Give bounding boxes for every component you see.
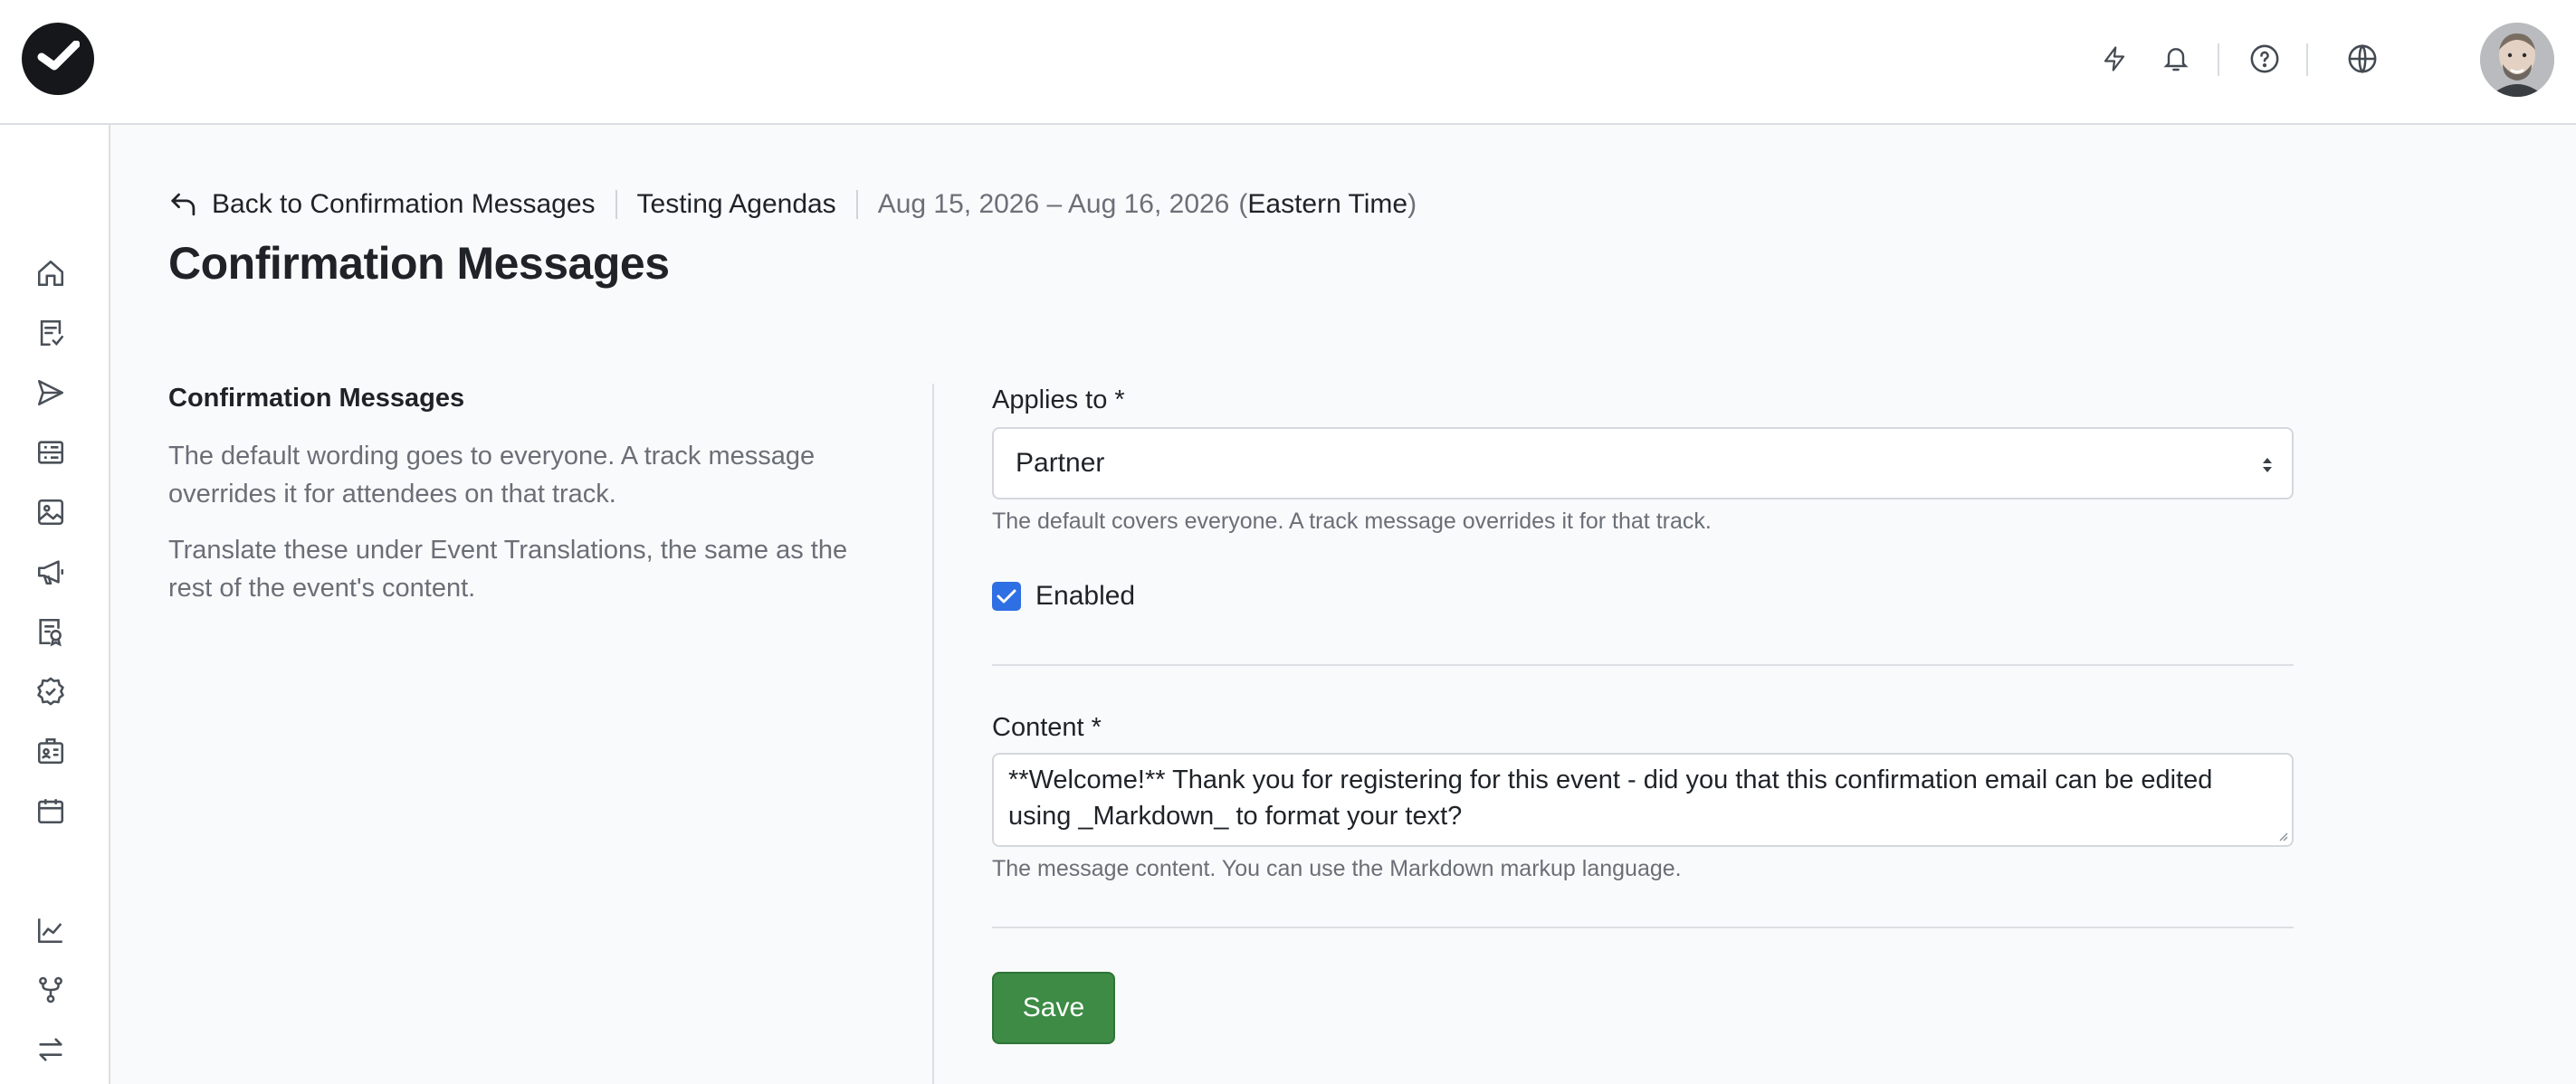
list-icon[interactable] bbox=[33, 434, 69, 471]
column-divider bbox=[932, 384, 934, 1084]
top-bar-actions bbox=[2069, 0, 2576, 125]
content-help: The message content. You can use the Mar… bbox=[992, 856, 1682, 881]
content-label: Content * bbox=[992, 713, 1102, 742]
badge-search-icon[interactable] bbox=[33, 613, 69, 650]
send-icon[interactable] bbox=[33, 375, 69, 411]
megaphone-icon[interactable] bbox=[33, 554, 69, 590]
form-divider bbox=[992, 664, 2294, 666]
user-avatar[interactable] bbox=[2480, 23, 2554, 97]
applies-to-help: The default covers everyone. A track mes… bbox=[992, 509, 1712, 534]
breadcrumb-separator bbox=[615, 190, 617, 219]
select-arrows-icon bbox=[2263, 458, 2272, 472]
back-link[interactable]: Back to Confirmation Messages bbox=[168, 189, 596, 220]
save-button[interactable]: Save bbox=[992, 972, 1115, 1044]
app-logo[interactable] bbox=[22, 23, 94, 95]
info-paragraph: The default wording goes to everyone. A … bbox=[168, 442, 816, 509]
back-arrow-icon bbox=[171, 193, 196, 216]
chart-line-icon[interactable] bbox=[33, 912, 69, 948]
avatar-image bbox=[2480, 23, 2554, 97]
enabled-checkbox[interactable] bbox=[992, 582, 1021, 611]
bell-icon[interactable] bbox=[2158, 41, 2194, 77]
branch-icon[interactable] bbox=[33, 972, 69, 1008]
info-paragraph: Translate these under Event Translations… bbox=[168, 536, 848, 603]
enabled-label[interactable]: Enabled bbox=[1035, 581, 1135, 612]
globe-icon[interactable] bbox=[2344, 41, 2380, 77]
resize-handle-icon[interactable] bbox=[2275, 829, 2288, 842]
breadcrumb: Back to Confirmation Messages Testing Ag… bbox=[168, 186, 1417, 223]
applies-to-select[interactable]: Partner bbox=[992, 427, 2294, 499]
content-value: **Welcome!** Thank you for registering f… bbox=[1008, 765, 2213, 831]
form-divider bbox=[992, 927, 2294, 928]
confirmation-message-form: Applies to * Partner The default covers … bbox=[992, 384, 2294, 1044]
enabled-checkbox-row: Enabled bbox=[992, 581, 1135, 612]
sidebar bbox=[0, 125, 110, 1084]
image-icon[interactable] bbox=[33, 494, 69, 530]
swap-icon[interactable] bbox=[33, 1032, 69, 1068]
top-bar bbox=[0, 0, 2576, 125]
help-circle-icon[interactable] bbox=[2247, 41, 2283, 77]
topbar-separator bbox=[2306, 43, 2308, 76]
page-title: Confirmation Messages bbox=[168, 238, 670, 289]
topbar-separator bbox=[2218, 43, 2219, 76]
applies-to-value: Partner bbox=[1016, 448, 1105, 478]
calendar-icon[interactable] bbox=[33, 793, 69, 829]
breadcrumb-timezone: Eastern Time bbox=[1247, 189, 1408, 219]
check-icon bbox=[997, 589, 1016, 604]
timezone-paren-close: ) bbox=[1407, 189, 1417, 219]
content-textarea[interactable]: **Welcome!** Thank you for registering f… bbox=[992, 753, 2294, 847]
breadcrumb-event-name[interactable]: Testing Agendas bbox=[637, 189, 836, 220]
id-card-icon[interactable] bbox=[33, 733, 69, 769]
timezone-paren-open: ( bbox=[1238, 189, 1248, 219]
back-link-label: Back to Confirmation Messages bbox=[212, 189, 596, 219]
checkmark-logo-icon bbox=[37, 41, 80, 71]
breadcrumb-date-range: Aug 15, 2026 – Aug 16, 2026 bbox=[877, 189, 1230, 219]
applies-to-label: Applies to * bbox=[992, 385, 1125, 414]
check-badge-icon[interactable] bbox=[33, 673, 69, 709]
breadcrumb-separator bbox=[855, 190, 858, 219]
info-panel: Confirmation Messages The default wordin… bbox=[168, 384, 883, 625]
home-icon[interactable] bbox=[33, 255, 69, 291]
info-heading: Confirmation Messages bbox=[168, 384, 465, 413]
checklist-icon[interactable] bbox=[33, 315, 69, 351]
lightning-icon[interactable] bbox=[2096, 41, 2132, 77]
